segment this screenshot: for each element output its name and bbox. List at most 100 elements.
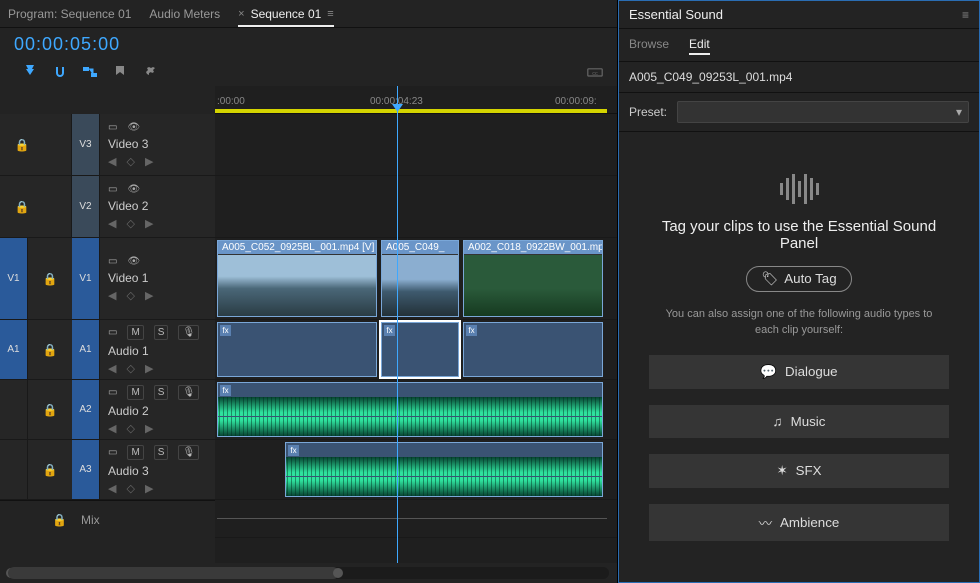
track-tag-v1[interactable]: V1 — [72, 238, 100, 319]
lock-icon[interactable]: 🔒 — [43, 343, 58, 357]
auto-tag-button[interactable]: 🏷 Auto Tag — [746, 266, 851, 292]
track-tag-v3[interactable]: V3 — [72, 114, 100, 175]
ruler-tick: 00:00:09: — [555, 96, 597, 107]
preset-dropdown[interactable]: ▾ — [677, 101, 969, 123]
auto-tag-label: Auto Tag — [784, 271, 836, 286]
lock-icon[interactable]: 🔒 — [43, 463, 58, 477]
type-ambience-button[interactable]: 〰 Ambience — [649, 504, 949, 541]
track-tag-a2[interactable]: A2 — [72, 380, 100, 439]
tab-edit[interactable]: Edit — [689, 35, 710, 55]
video-clip[interactable]: fx A005_C052_0925BL_001.mp4 [V] — [217, 240, 377, 317]
track-header-v2[interactable]: 🔒 V2 ▭👁 Video 2 ◀◇▶ — [0, 176, 215, 238]
work-area-bar[interactable] — [215, 109, 607, 113]
track-row-a3[interactable]: fx — [215, 440, 617, 500]
type-music-button[interactable]: ♫ Music — [649, 405, 949, 438]
fx-icon[interactable]: ▭ — [108, 256, 117, 267]
settings-icon[interactable] — [142, 64, 158, 80]
panel-hint: You can also assign one of the following… — [659, 306, 939, 339]
track-row-a1[interactable]: fx fx fx — [215, 320, 617, 380]
track-tag-a3[interactable]: A3 — [72, 440, 100, 499]
mic-icon[interactable]: 🎙 — [178, 445, 199, 460]
tab-audio-meters[interactable]: Audio Meters — [149, 7, 220, 21]
track-tag-v2[interactable]: V2 — [72, 176, 100, 237]
video-clip[interactable]: fx A005_C049_ — [381, 240, 459, 317]
fx-icon[interactable]: ▭ — [108, 184, 117, 195]
clip-label: A002_C018_0922BW_001.mp — [464, 241, 602, 254]
track-header-a2[interactable]: 🔒 A2 ▭MS🎙 Audio 2 ◀◇▶ — [0, 380, 215, 440]
ambience-icon: 〰 — [759, 513, 772, 532]
current-timecode[interactable]: 00:00:05:00 — [14, 34, 120, 55]
mix-track[interactable]: 0.0 ▸◂ — [215, 500, 617, 538]
track-header-v3[interactable]: 🔒 V3 ▭👁 Video 3 ◀◇▶ — [0, 114, 215, 176]
mute-button[interactable]: M — [127, 445, 143, 460]
track-header-a3[interactable]: 🔒 A3 ▭MS🎙 Audio 3 ◀◇▶ — [0, 440, 215, 500]
selected-clip-name: A005_C049_09253L_001.mp4 — [619, 62, 979, 93]
fx-icon[interactable]: ▭ — [108, 387, 117, 398]
lock-icon[interactable]: 🔒 — [43, 403, 58, 417]
fx-icon[interactable]: ▭ — [108, 447, 117, 458]
zoom-handle-right[interactable] — [333, 568, 343, 578]
type-sfx-button[interactable]: ✶ SFX — [649, 454, 949, 488]
eye-icon[interactable]: 👁 — [127, 184, 140, 195]
mic-icon[interactable]: 🎙 — [178, 385, 199, 400]
timeline-panel: Program: Sequence 01 Audio Meters × Sequ… — [0, 0, 618, 583]
audio-clip-selected[interactable]: fx — [381, 322, 459, 377]
solo-button[interactable]: S — [154, 445, 169, 460]
track-header-a1[interactable]: A1 🔒 A1 ▭MS🎙 Audio 1 ◀◇▶ — [0, 320, 215, 380]
lock-icon[interactable]: 🔒 — [43, 272, 58, 286]
lock-icon[interactable]: 🔒 — [15, 200, 30, 214]
clip-fx-icon: fx — [288, 445, 299, 456]
tag-icon: 🏷 — [761, 271, 778, 287]
mix-line — [217, 518, 607, 519]
panel-menu-icon[interactable]: ≡ — [327, 8, 333, 20]
tab-program[interactable]: Program: Sequence 01 — [8, 7, 131, 21]
tab-sequence[interactable]: × Sequence 01 ≡ — [238, 7, 334, 27]
lock-icon[interactable]: 🔒 — [15, 138, 30, 152]
audio-clip[interactable]: fx — [285, 442, 603, 497]
nest-icon[interactable] — [22, 64, 38, 80]
track-name: Video 1 — [108, 271, 207, 285]
timeline-body[interactable]: :00:00 00:00:04:23 00:00:09: fx A005_C05… — [215, 86, 617, 563]
panel-menu-icon[interactable]: ≡ — [962, 8, 969, 22]
source-tag-v1[interactable]: V1 — [0, 238, 28, 319]
playhead[interactable] — [397, 86, 398, 563]
mic-icon[interactable]: 🎙 — [178, 325, 199, 340]
time-ruler[interactable]: :00:00 00:00:04:23 00:00:09: — [215, 86, 617, 114]
tab-label: Sequence 01 — [251, 7, 322, 21]
solo-button[interactable]: S — [154, 325, 169, 340]
audio-clip[interactable]: fx — [217, 322, 377, 377]
type-label: SFX — [796, 463, 822, 478]
type-dialogue-button[interactable]: 💬 Dialogue — [649, 355, 949, 389]
track-header-v1[interactable]: V1 🔒 V1 ▭👁 Video 1 ◀◇▶ — [0, 238, 215, 320]
mute-button[interactable]: M — [127, 325, 143, 340]
fx-icon[interactable]: ▭ — [108, 122, 117, 133]
marker-icon[interactable] — [112, 64, 128, 80]
clip-fx-icon: fx — [384, 325, 395, 336]
snap-icon[interactable] — [52, 64, 68, 80]
tab-browse[interactable]: Browse — [629, 35, 669, 55]
video-clip[interactable]: fx A002_C018_0922BW_001.mp — [463, 240, 603, 317]
fx-icon[interactable]: ▭ — [108, 327, 117, 338]
track-row-v3[interactable] — [215, 114, 617, 176]
panel-heading: Tag your clips to use the Essential Soun… — [649, 218, 949, 252]
close-icon[interactable]: × — [238, 8, 244, 20]
audio-clip[interactable]: fx — [217, 382, 603, 437]
audio-clip[interactable]: fx — [463, 322, 603, 377]
solo-button[interactable]: S — [154, 385, 169, 400]
caption-icon[interactable]: cc — [587, 64, 603, 80]
eye-icon[interactable]: 👁 — [127, 256, 140, 267]
lock-icon[interactable]: 🔒 — [52, 513, 67, 527]
track-row-a2[interactable]: fx — [215, 380, 617, 440]
source-tag-a1[interactable]: A1 — [0, 320, 28, 379]
scrollbar-thumb[interactable] — [8, 567, 339, 579]
clip-fx-icon: fx — [466, 325, 477, 336]
track-row-v2[interactable] — [215, 176, 617, 238]
track-row-v1[interactable]: fx A005_C052_0925BL_001.mp4 [V] fx A005_… — [215, 238, 617, 320]
eye-icon[interactable]: 👁 — [127, 122, 140, 133]
sfx-icon: ✶ — [776, 463, 787, 479]
timeline-scrollbar[interactable] — [8, 567, 609, 579]
clip-thumbnail — [382, 255, 458, 316]
linked-select-icon[interactable] — [82, 64, 98, 80]
track-tag-a1[interactable]: A1 — [72, 320, 100, 379]
mute-button[interactable]: M — [127, 385, 143, 400]
